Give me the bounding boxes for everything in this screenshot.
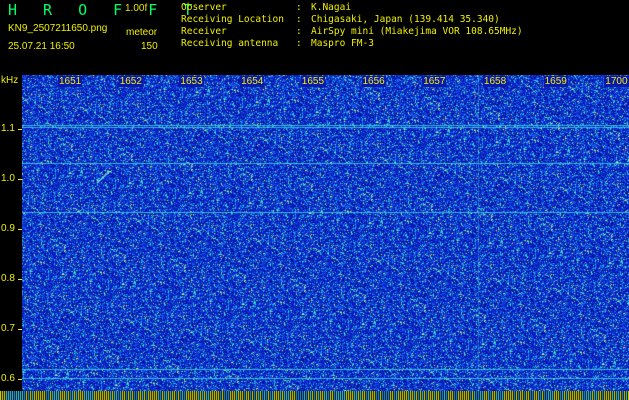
y-axis: kHz 1.1 1.0 0.9 0.8 0.7 0.6	[0, 73, 22, 391]
waterfall-canvas	[22, 75, 629, 391]
bottom-spectrum-bar	[0, 391, 629, 400]
count-value: 150	[141, 41, 158, 52]
timestamp: 25.07.21 16:50	[8, 41, 75, 52]
y-tick-label: 1.0	[1, 173, 15, 184]
time-label: 1652	[118, 76, 143, 87]
header: H R O F F T 1.00f KN9_2507211650.png met…	[0, 0, 629, 73]
bottom-spectrum-canvas	[0, 391, 629, 400]
time-label: 1655	[300, 76, 326, 87]
info-label: Observer	[181, 2, 227, 13]
time-label: 1659	[543, 76, 568, 87]
time-label: 1653	[179, 76, 204, 87]
info-separator: :	[296, 14, 302, 25]
y-tick-label: 0.7	[1, 323, 15, 334]
file-name: KN9_2507211650.png	[8, 23, 108, 34]
time-label: 1658	[482, 76, 508, 87]
mode-label: meteor	[126, 27, 158, 38]
info-value: AirSpy mini (Miakejima VOR 108.65MHz)	[311, 26, 523, 37]
time-label: 1700	[604, 76, 629, 87]
app-version: 1.00f	[125, 3, 148, 14]
y-axis-unit: kHz	[1, 75, 19, 86]
app-title: H R O F F T	[8, 1, 201, 19]
info-label: Receiving Location	[181, 14, 284, 25]
waterfall-plot[interactable]: 1651 1652 1653 1654 1655 1656 1657 1658 1659 1700	[22, 75, 629, 391]
time-label: 1651	[58, 76, 83, 87]
info-value: K.Nagai	[311, 2, 352, 13]
y-tick-label: 0.9	[1, 223, 15, 234]
time-label: 1654	[240, 76, 265, 87]
y-tick-label: 0.6	[1, 373, 15, 384]
info-label: Receiving antenna	[181, 38, 279, 49]
info-value: Chigasaki, Japan (139.414 35.340)	[311, 14, 500, 25]
time-label: 1657	[422, 76, 447, 87]
y-tick-label: 0.8	[1, 273, 15, 284]
y-tick-label: 1.1	[1, 123, 15, 134]
info-separator: :	[296, 2, 302, 13]
info-value: Maspro FM-3	[311, 38, 374, 49]
time-label: 1656	[361, 76, 386, 87]
info-separator: :	[296, 26, 302, 37]
info-separator: :	[296, 38, 302, 49]
info-label: Receiver	[181, 26, 227, 37]
